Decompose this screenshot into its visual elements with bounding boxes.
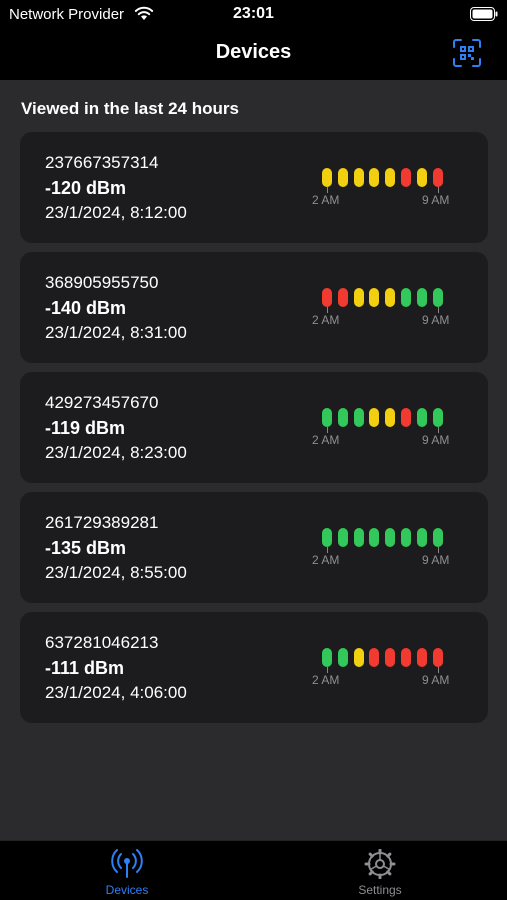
device-timestamp: 23/1/2024, 4:06:00 (45, 683, 187, 702)
signal-history-bar (416, 168, 427, 187)
axis-start-label: 2 AM (312, 313, 340, 327)
tab-bar: Devices Settings (0, 840, 507, 900)
signal-history-bar (322, 648, 332, 667)
signal-history-bar (353, 528, 364, 547)
device-card[interactable]: 429273457670 -119 dBm 23/1/2024, 8:23:00 2 … (20, 372, 488, 483)
antenna-icon (111, 849, 143, 878)
qr-scan-icon[interactable] (453, 39, 481, 67)
signal-history-bar (416, 648, 427, 667)
signal-history-chart: 2 AM 9 AM (312, 528, 460, 568)
signal-history-bar (337, 288, 348, 307)
device-card[interactable]: 368905955750 -140 dBm 23/1/2024, 8:31:00 2 … (20, 252, 488, 363)
signal-history-bar (337, 648, 348, 667)
device-signal-strength: -120 dBm (45, 178, 127, 198)
signal-history-bar (322, 288, 332, 307)
signal-history-bar (322, 408, 332, 427)
signal-history-bar (416, 288, 427, 307)
device-timestamp: 23/1/2024, 8:12:00 (45, 203, 187, 222)
gear-icon (364, 849, 396, 879)
signal-history-chart: 2 AM 9 AM (312, 288, 460, 328)
device-card[interactable]: 261729389281 -135 dBm 23/1/2024, 8:55:00 2 … (20, 492, 488, 603)
status-time: 23:01 (233, 5, 274, 22)
signal-history-bar (432, 648, 443, 667)
battery-icon (470, 7, 498, 21)
tab-settings[interactable]: Settings (320, 841, 440, 900)
signal-history-chart: 2 AM 9 AM (312, 168, 460, 208)
signal-history-bar (385, 408, 396, 427)
navigation-bar: Devices (0, 28, 507, 80)
device-card[interactable]: 237667357314 -120 dBm 23/1/2024, 8:12:00 2 … (20, 132, 488, 243)
signal-history-bar (337, 408, 348, 427)
signal-history-bar (416, 408, 427, 427)
tab-devices[interactable]: Devices (67, 841, 187, 900)
signal-history-bar (353, 288, 364, 307)
axis-end-label: 9 AM (422, 193, 450, 207)
device-signal-strength: -119 dBm (45, 418, 126, 438)
signal-history-chart: 2 AM 9 AM (312, 408, 460, 448)
device-timestamp: 23/1/2024, 8:31:00 (45, 323, 187, 342)
device-timestamp: 23/1/2024, 8:55:00 (45, 563, 187, 582)
signal-history-bar (401, 408, 411, 427)
axis-start-label: 2 AM (312, 193, 340, 207)
axis-end-label: 9 AM (422, 313, 450, 327)
tab-devices-label: Devices (105, 883, 149, 897)
status-bar: Network Provider 23:01 (0, 0, 507, 28)
signal-history-bar (385, 648, 396, 667)
signal-history-bar (401, 528, 411, 547)
signal-history-bar (337, 168, 348, 187)
section-title: Viewed in the last 24 hours (21, 99, 239, 118)
device-id: 261729389281 (45, 513, 159, 532)
signal-history-bar (432, 168, 443, 187)
signal-history-bar (353, 168, 364, 187)
axis-start-label: 2 AM (312, 553, 340, 567)
device-signal-strength: -111 dBm (45, 658, 125, 678)
signal-history-bar (432, 528, 443, 547)
device-timestamp: 23/1/2024, 8:23:00 (45, 443, 187, 462)
tab-settings-label: Settings (358, 883, 402, 897)
signal-history-bar (369, 408, 380, 427)
signal-history-bar (401, 168, 411, 187)
axis-end-label: 9 AM (422, 673, 450, 687)
signal-history-bar (432, 288, 443, 307)
signal-history-bar (401, 288, 411, 307)
signal-history-bar (353, 408, 364, 427)
device-signal-strength: -140 dBm (45, 298, 127, 318)
signal-history-bar (337, 528, 348, 547)
device-list: 237667357314 -120 dBm 23/1/2024, 8:12:00 2 … (20, 132, 488, 732)
signal-history-bar (401, 648, 411, 667)
signal-history-bar (322, 168, 332, 187)
signal-history-chart: 2 AM 9 AM (312, 648, 460, 688)
axis-start-label: 2 AM (312, 673, 340, 687)
signal-history-bar (385, 288, 396, 307)
signal-history-bar (385, 168, 396, 187)
device-id: 368905955750 (45, 273, 159, 292)
axis-start-label: 2 AM (312, 433, 340, 447)
signal-history-bar (432, 408, 443, 427)
signal-history-bar (322, 528, 332, 547)
signal-history-bar (369, 168, 380, 187)
axis-end-label: 9 AM (422, 433, 450, 447)
device-signal-strength: -135 dBm (45, 538, 127, 558)
signal-history-bar (416, 528, 427, 547)
device-id: 237667357314 (45, 153, 159, 172)
device-card[interactable]: 637281046213 -111 dBm 23/1/2024, 4:06:00 2 … (20, 612, 488, 723)
device-id: 429273457670 (45, 393, 159, 412)
signal-history-bar (369, 528, 380, 547)
axis-end-label: 9 AM (422, 553, 450, 567)
device-id: 637281046213 (45, 633, 159, 652)
signal-history-bar (385, 528, 396, 547)
signal-history-bar (369, 288, 380, 307)
signal-history-bar (369, 648, 380, 667)
signal-history-bar (353, 648, 364, 667)
page-title: Devices (215, 41, 292, 63)
